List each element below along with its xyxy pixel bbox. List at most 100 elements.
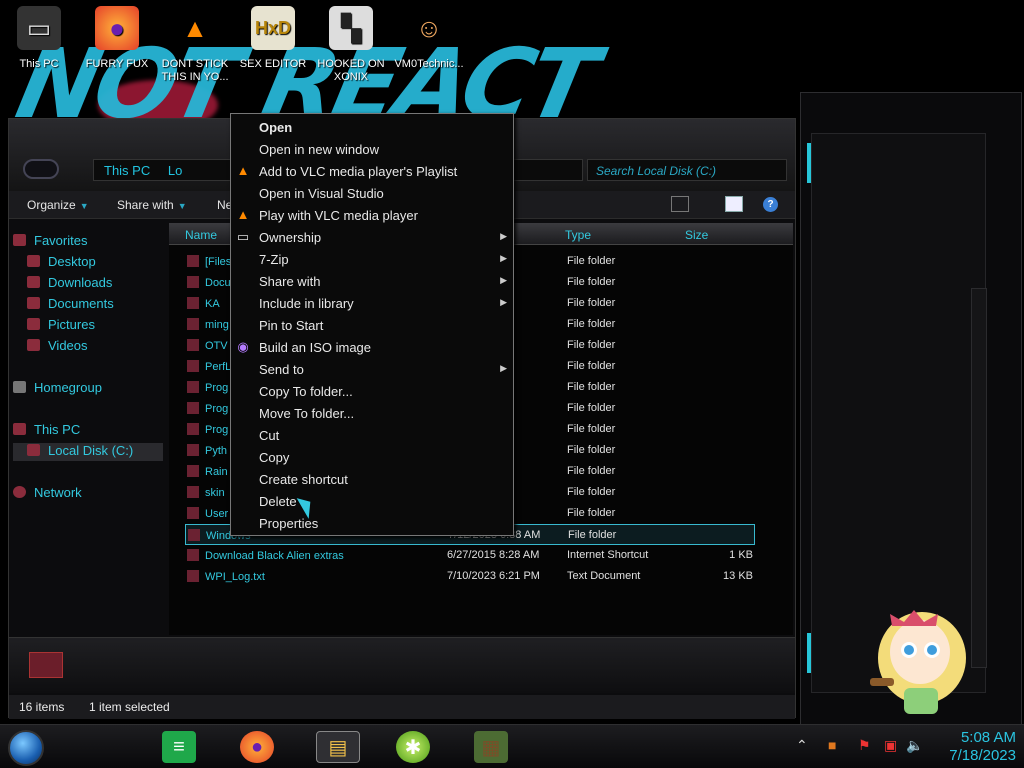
navigation-pane: Favorites Desktop Downloads Documents Pi… — [13, 223, 165, 635]
menu-item-open-in-visual-studio[interactable]: Open in Visual Studio — [231, 182, 513, 204]
desktop-icon-xonix[interactable]: ▚ HOOKED ON XONIX — [316, 6, 386, 84]
system-clock[interactable]: 5:08 AM 7/18/2023 — [932, 729, 1016, 765]
sidebar-item-favorites[interactable]: Favorites — [13, 233, 87, 251]
menu-item-share-with[interactable]: Share with ▶ — [231, 270, 513, 292]
menu-item-properties[interactable]: Properties — [231, 512, 513, 534]
view-options-icon[interactable] — [671, 196, 689, 212]
menu-item-send-to[interactable]: Send to ▶ — [231, 358, 513, 380]
folder-icon — [187, 486, 199, 498]
menu-item-copy-to-folder[interactable]: Copy To folder... — [231, 380, 513, 402]
minecraft-icon[interactable]: ▦ — [474, 731, 508, 763]
menu-item-open-in-new-window[interactable]: Open in new window — [231, 138, 513, 160]
menu-item-ownership[interactable]: ▭ Ownership ▶ — [231, 226, 513, 248]
homegroup-icon — [13, 381, 26, 393]
file-name: Pyth — [187, 444, 227, 457]
file-type: Internet Shortcut — [567, 549, 649, 561]
menu-item-include-in-library[interactable]: Include in library ▶ — [231, 292, 513, 314]
start-button[interactable] — [8, 730, 44, 766]
share-with-button[interactable]: Share with ▼ — [117, 198, 187, 212]
table-row[interactable]: WPI_Log.txt 7/10/2023 6:21 PM Text Documen… — [185, 566, 755, 587]
desktop-icon-this-pc[interactable]: ▭ This PC — [4, 6, 74, 71]
menu-item-label: Build an ISO image — [259, 340, 372, 355]
menu-item-create-shortcut[interactable]: Create shortcut — [231, 468, 513, 490]
drive-icon — [27, 444, 40, 456]
menu-item-7-zip[interactable]: 7-Zip ▶ — [231, 248, 513, 270]
context-menu: Open Open in new window ▲ Add to VLC media … — [230, 113, 514, 536]
sidebar-item-homegroup[interactable]: Homegroup — [13, 380, 102, 398]
file-date: 7/10/2023 6:21 PM — [447, 570, 540, 582]
sidebar-item-network[interactable]: Network — [13, 485, 82, 503]
file-name: [Files — [187, 255, 231, 268]
menu-item-label: Delete — [259, 494, 297, 509]
column-name[interactable]: Name — [185, 228, 217, 242]
desktop-icon-vm0[interactable]: ☺ VM0Technic... — [394, 6, 464, 71]
organize-button[interactable]: Organize ▼ — [27, 198, 89, 212]
sidebar-item-videos[interactable]: Videos — [27, 338, 88, 356]
desktop-icon-firefox[interactable]: ● FURRY FUX — [82, 6, 152, 71]
menu-item-build-an-iso-image[interactable]: ◉ Build an ISO image — [231, 336, 513, 358]
character-sticker — [870, 610, 966, 714]
menu-item-copy[interactable]: Copy — [231, 446, 513, 468]
search-input[interactable]: Search Local Disk (C:) — [587, 159, 787, 181]
status-selection: 1 item selected — [89, 700, 170, 714]
file-name: Prog — [187, 381, 228, 394]
sidebar-item-downloads[interactable]: Downloads — [27, 275, 112, 293]
network-status-icon[interactable]: ▣ — [884, 737, 897, 754]
lime-app-icon[interactable]: ✱ — [396, 731, 430, 763]
desktop-icon-label: DONT STICK THIS IN YO... — [161, 58, 229, 83]
menu-item-label: Move To folder... — [259, 406, 355, 421]
menu-item-open[interactable]: Open — [231, 116, 513, 138]
share-with-label: Share with — [117, 198, 174, 212]
desktop-icon-vlc[interactable]: ▲ DONT STICK THIS IN YO... — [160, 6, 230, 84]
folder-icon — [187, 318, 199, 330]
back-button[interactable] — [23, 159, 59, 179]
folder-icon — [187, 465, 199, 477]
file-type: File folder — [567, 423, 616, 435]
menu-item-move-to-folder[interactable]: Move To folder... — [231, 402, 513, 424]
menu-item-play-with-vlc-media-player[interactable]: ▲ Play with VLC media player — [231, 204, 513, 226]
folder-icon — [187, 255, 199, 267]
sidebar-item-local-disk[interactable]: Local Disk (C:) — [13, 443, 163, 461]
column-type[interactable]: Type — [565, 228, 591, 242]
table-row[interactable]: Download Black Alien extras 6/27/2015 8:2… — [185, 545, 755, 566]
sidebar-item-pictures[interactable]: Pictures — [27, 317, 95, 335]
desktop-icon-hxd[interactable]: HxD SEX EDITOR — [238, 6, 308, 71]
notes-app-icon[interactable]: ≡ — [162, 731, 196, 763]
menu-item-delete[interactable]: Delete — [231, 490, 513, 512]
breadcrumb-this-pc[interactable]: This PC — [104, 163, 150, 178]
menu-item-label: Add to VLC media player's Playlist — [259, 164, 458, 179]
submenu-arrow-icon: ▶ — [500, 253, 507, 263]
volume-icon[interactable]: 🔈 — [906, 737, 923, 754]
sidebar-item-label: Downloads — [48, 275, 113, 290]
menu-item-cut[interactable]: Cut — [231, 424, 513, 446]
explorer-icon[interactable]: ▤ — [316, 731, 360, 763]
folder-icon — [187, 381, 199, 393]
app-tray-icon[interactable]: ■ — [828, 737, 836, 753]
file-type: File folder — [567, 486, 616, 498]
file-type: File folder — [567, 402, 616, 414]
shortcut-icon — [187, 549, 199, 561]
action-center-icon[interactable]: ⚑ — [858, 737, 871, 754]
folder-icon — [187, 276, 199, 288]
sidebar-item-desktop[interactable]: Desktop — [27, 254, 96, 272]
breadcrumb-local-disk[interactable]: Lo — [168, 163, 182, 178]
sidebar-item-this-pc[interactable]: This PC — [13, 422, 80, 440]
column-size[interactable]: Size — [685, 228, 708, 242]
help-icon[interactable]: ? — [763, 197, 778, 212]
file-size: 13 KB — [723, 570, 753, 582]
show-hidden-icons-icon[interactable]: ⌃ — [796, 737, 808, 754]
menu-item-pin-to-start[interactable]: Pin to Start — [231, 314, 513, 336]
file-name: User — [187, 507, 228, 520]
sidebar-item-documents[interactable]: Documents — [27, 296, 114, 314]
file-name: KA — [187, 297, 220, 310]
file-name: WPI_Log.txt — [187, 570, 265, 583]
clock-time: 5:08 AM — [960, 729, 1016, 746]
download-icon — [27, 276, 40, 288]
menu-item-add-to-vlc-media-player-s-playlist[interactable]: ▲ Add to VLC media player's Playlist — [231, 160, 513, 182]
folder-icon — [187, 507, 199, 519]
star-icon — [13, 234, 26, 246]
preview-pane-icon[interactable] — [725, 196, 743, 212]
firefox-icon[interactable]: ● — [240, 731, 274, 763]
menu-item-label: Copy — [259, 450, 290, 465]
file-type: File folder — [567, 318, 616, 330]
